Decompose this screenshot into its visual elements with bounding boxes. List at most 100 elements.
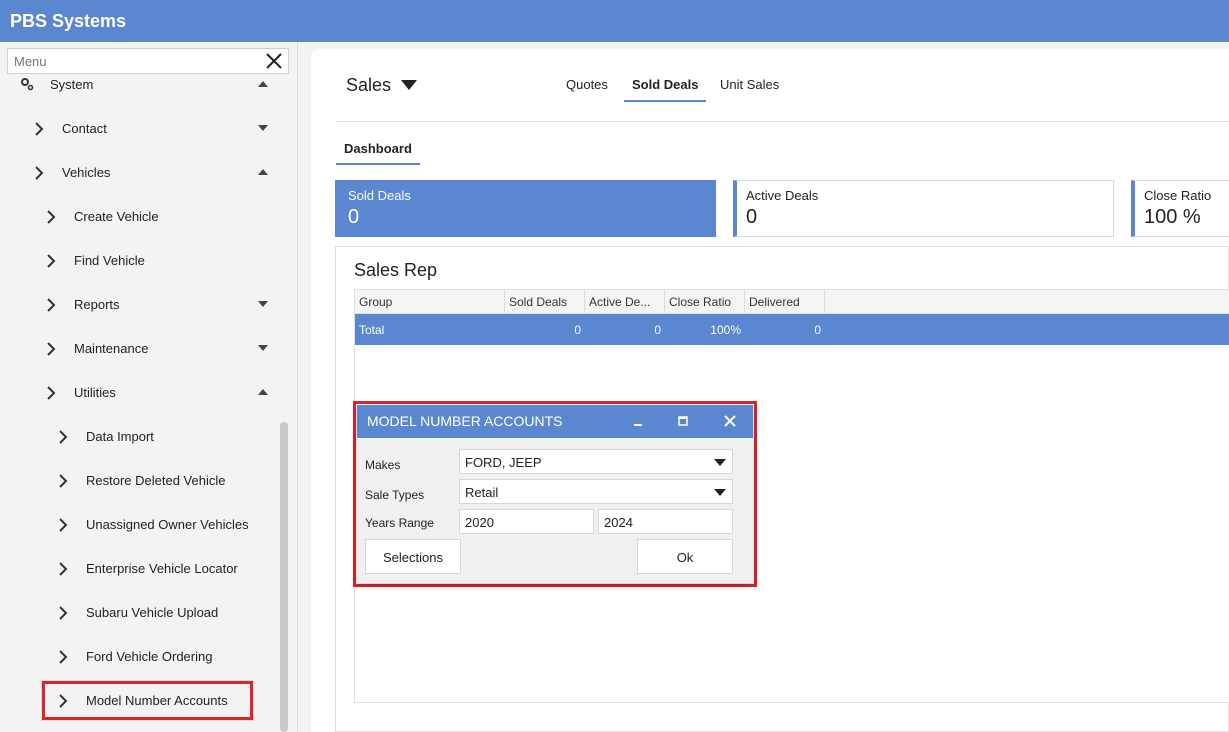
gear-icon [21,78,34,91]
chevron-right-icon [47,298,56,312]
chevron-right-icon [59,606,68,620]
grid-header: Group Sold Deals Active De... Close Rati… [355,290,1229,314]
close-icon[interactable] [723,414,737,428]
column-header[interactable]: Close Ratio [665,290,745,313]
sidebar-item-utilities[interactable]: Utilities [0,378,290,408]
chevron-down-icon [714,459,726,466]
app-title: PBS Systems [10,11,127,31]
cell-active-deals: 0 [654,323,661,337]
sidebar-item-enterprise-vehicle-locator[interactable]: Enterprise Vehicle Locator [0,554,278,584]
chevron-up-icon[interactable] [258,169,268,175]
chevron-down-icon[interactable] [258,125,268,131]
chevron-right-icon [59,430,68,444]
chevron-down-icon[interactable] [258,345,268,351]
year-to-input[interactable]: 2024 [598,509,733,534]
sidebar-item-unassigned-owner-vehicles[interactable]: Unassigned Owner Vehicles [0,510,278,540]
chevron-up-icon[interactable] [258,389,268,395]
chevron-right-icon [47,342,56,356]
sale-types-label: Sale Types [365,488,425,502]
year-from-input[interactable]: 2020 [459,509,594,534]
chevron-right-icon [35,166,44,180]
divider [336,121,1229,122]
highlight-outline [42,681,253,720]
sidebar-item-system[interactable]: System [0,70,290,100]
sidebar-item-label: Unassigned Owner Vehicles [86,517,249,532]
kpi-active-deals[interactable]: Active Deals 0 [733,180,1114,237]
sale-types-value: Retail [465,485,499,500]
sidebar-menu: System Contact Vehicles Create Vehicle F… [0,42,298,732]
kpi-label: Sold Deals [348,188,411,203]
chevron-right-icon [59,518,68,532]
sidebar-item-label: Subaru Vehicle Upload [86,605,219,620]
sidebar-item-reports[interactable]: Reports [0,290,290,320]
selections-button[interactable]: Selections [365,539,461,574]
kpi-value: 0 [348,206,360,228]
sales-rep-title: Sales Rep [354,260,438,280]
chevron-right-icon [59,650,68,664]
column-header[interactable]: Sold Deals [505,290,585,313]
sidebar-item-vehicles[interactable]: Vehicles [0,158,290,188]
sale-types-select[interactable]: Retail [459,479,733,504]
sidebar-item-data-import[interactable]: Data Import [0,422,278,452]
ok-button[interactable]: Ok [637,539,733,574]
makes-select[interactable]: FORD, JEEP [459,449,733,474]
dialog-titlebar[interactable]: MODEL NUMBER ACCOUNTS [357,405,753,438]
tab-quotes[interactable]: Quotes [566,77,608,100]
sidebar-item-label: Maintenance [74,341,149,356]
years-range-label: Years Range [365,516,434,530]
tab-sold-deals[interactable]: Sold Deals [624,77,707,102]
sidebar-item-label: Find Vehicle [74,253,145,268]
chevron-right-icon [59,562,68,576]
chevron-down-icon[interactable] [258,301,268,307]
dialog-title: MODEL NUMBER ACCOUNTS [367,413,563,429]
sidebar-item-label: Data Import [86,429,154,444]
sidebar-item-label: Utilities [74,385,116,400]
cell-sold-deals: 0 [574,323,581,337]
chevron-right-icon [59,474,68,488]
cell-group: Total [359,323,385,337]
sidebar-item-label: Create Vehicle [74,209,159,224]
sidebar-item-restore-deleted-vehicle[interactable]: Restore Deleted Vehicle [0,466,278,496]
kpi-sold-deals[interactable]: Sold Deals 0 [335,180,716,237]
model-number-accounts-dialog: MODEL NUMBER ACCOUNTS Makes FORD, JEEP S… [357,405,753,583]
sidebar-item-label: Restore Deleted Vehicle [86,473,226,488]
sidebar-scrollbar[interactable] [280,422,288,732]
sidebar-item-create-vehicle[interactable]: Create Vehicle [0,202,290,232]
chevron-right-icon [35,122,44,136]
makes-label: Makes [365,458,401,472]
close-icon[interactable] [264,51,284,71]
chevron-right-icon [47,210,56,224]
main-panel: Sales Quotes Sold Deals Unit Sales Dashb… [311,49,1229,732]
column-header[interactable]: Delivered [745,290,825,313]
sidebar-item-label: Ford Vehicle Ordering [86,649,213,664]
minimize-icon[interactable] [631,414,645,428]
chevron-down-icon [714,489,726,496]
column-header[interactable]: Group [355,290,505,313]
cell-delivered: 0 [814,323,821,337]
tab-dashboard[interactable]: Dashboard [336,141,420,165]
sidebar-item-label: Enterprise Vehicle Locator [86,561,238,576]
table-row[interactable]: Total 0 0 100% 0 [355,314,1229,345]
makes-value: FORD, JEEP [465,455,542,470]
sidebar-item-maintenance[interactable]: Maintenance [0,334,290,364]
column-header[interactable]: Active De... [585,290,665,313]
chevron-right-icon [47,386,56,400]
sidebar-item-find-vehicle[interactable]: Find Vehicle [0,246,290,276]
chevron-right-icon [47,254,56,268]
sidebar-item-label: Reports [74,297,120,312]
chevron-up-icon[interactable] [258,81,268,87]
sidebar-item-subaru-vehicle-upload[interactable]: Subaru Vehicle Upload [0,598,278,628]
tab-unit-sales[interactable]: Unit Sales [720,77,779,100]
kpi-close-ratio[interactable]: Close Ratio 100 % [1131,180,1229,237]
kpi-value: 100 % [1144,206,1201,228]
maximize-icon[interactable] [676,414,690,428]
app-header: PBS Systems [0,0,1229,42]
kpi-value: 0 [746,206,758,228]
sidebar-item-label: Contact [62,121,107,136]
kpi-label: Active Deals [746,188,819,203]
cell-close-ratio: 100% [710,323,741,337]
chevron-down-icon[interactable] [401,80,417,90]
kpi-label: Close Ratio [1144,188,1212,203]
sidebar-item-ford-vehicle-ordering[interactable]: Ford Vehicle Ordering [0,642,278,672]
sidebar-item-contact[interactable]: Contact [0,114,290,144]
